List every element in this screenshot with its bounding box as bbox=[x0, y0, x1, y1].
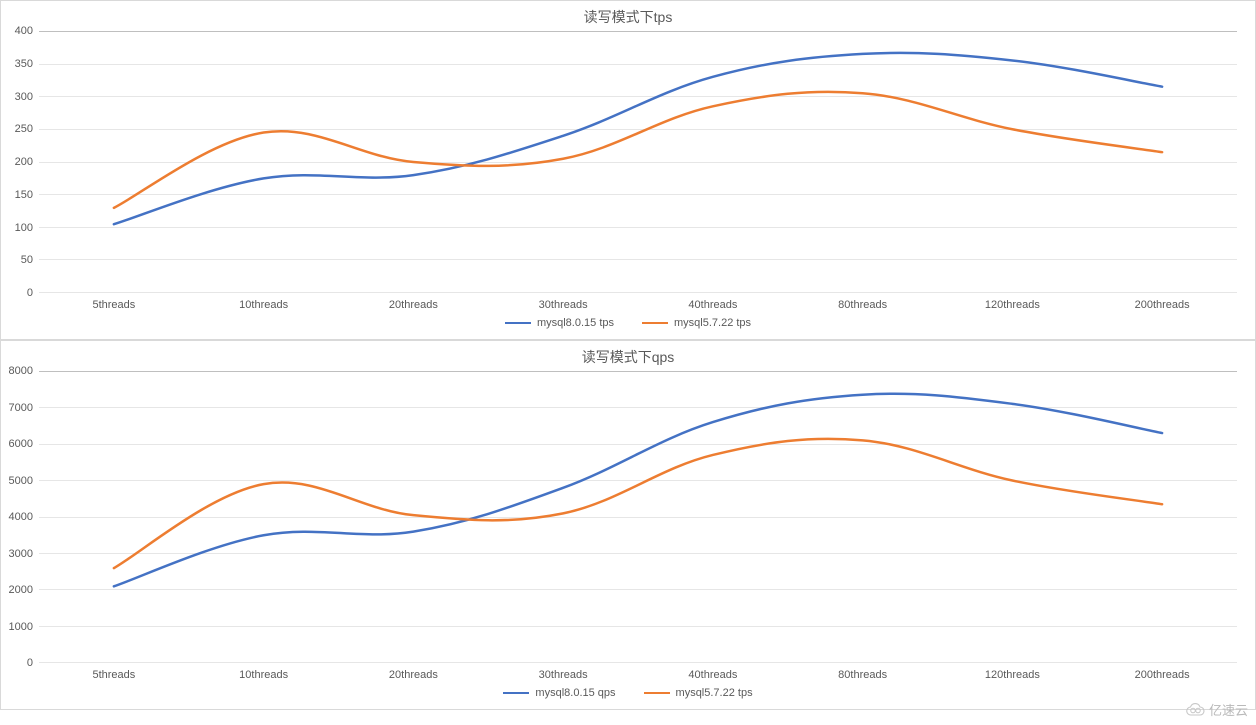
legend-swatch bbox=[505, 322, 531, 324]
x-tick: 10threads bbox=[189, 299, 339, 311]
x-tick: 5threads bbox=[39, 299, 189, 311]
legend-label: mysql5.7.22 tps bbox=[676, 687, 753, 699]
legend: mysql8.0.15 tps mysql5.7.22 tps bbox=[1, 311, 1255, 337]
chart-0: 读写模式下tps4003503002502001501005005threads… bbox=[0, 0, 1256, 340]
plot-area bbox=[39, 371, 1237, 663]
x-tick: 80threads bbox=[788, 299, 938, 311]
x-tick: 200threads bbox=[1087, 299, 1237, 311]
x-tick: 10threads bbox=[189, 669, 339, 681]
x-tick: 20threads bbox=[339, 669, 489, 681]
x-tick: 80threads bbox=[788, 669, 938, 681]
x-tick: 5threads bbox=[39, 669, 189, 681]
chart-1: 读写模式下qps80007000600050004000300020001000… bbox=[0, 340, 1256, 710]
chart-title: 读写模式下qps bbox=[1, 341, 1255, 371]
x-tick: 30threads bbox=[488, 669, 638, 681]
chart-title: 读写模式下tps bbox=[1, 1, 1255, 31]
x-tick: 200threads bbox=[1087, 669, 1237, 681]
x-tick: 120threads bbox=[938, 669, 1088, 681]
x-tick: 40threads bbox=[638, 669, 788, 681]
series-line bbox=[114, 394, 1162, 587]
series-line bbox=[114, 53, 1162, 224]
y-axis: 400350300250200150100500 bbox=[1, 31, 39, 293]
x-tick: 30threads bbox=[488, 299, 638, 311]
legend-swatch bbox=[644, 692, 670, 694]
chart-lines bbox=[39, 31, 1237, 293]
y-axis: 800070006000500040003000200010000 bbox=[1, 371, 39, 663]
x-tick: 40threads bbox=[638, 299, 788, 311]
series-line bbox=[114, 439, 1162, 568]
legend: mysql8.0.15 qps mysql5.7.22 tps bbox=[1, 681, 1255, 707]
legend-item: mysql8.0.15 qps bbox=[503, 687, 615, 699]
x-tick: 20threads bbox=[339, 299, 489, 311]
chart-lines bbox=[39, 371, 1237, 663]
legend-label: mysql8.0.15 qps bbox=[535, 687, 615, 699]
legend-item: mysql5.7.22 tps bbox=[644, 687, 753, 699]
legend-swatch bbox=[642, 322, 668, 324]
legend-item: mysql5.7.22 tps bbox=[642, 317, 751, 329]
x-axis: 5threads10threads20threads30threads40thr… bbox=[39, 663, 1237, 681]
plot-area bbox=[39, 31, 1237, 293]
legend-label: mysql8.0.15 tps bbox=[537, 317, 614, 329]
series-line bbox=[114, 92, 1162, 208]
legend-item: mysql8.0.15 tps bbox=[505, 317, 614, 329]
x-axis: 5threads10threads20threads30threads40thr… bbox=[39, 293, 1237, 311]
x-tick: 120threads bbox=[938, 299, 1088, 311]
legend-swatch bbox=[503, 692, 529, 694]
legend-label: mysql5.7.22 tps bbox=[674, 317, 751, 329]
